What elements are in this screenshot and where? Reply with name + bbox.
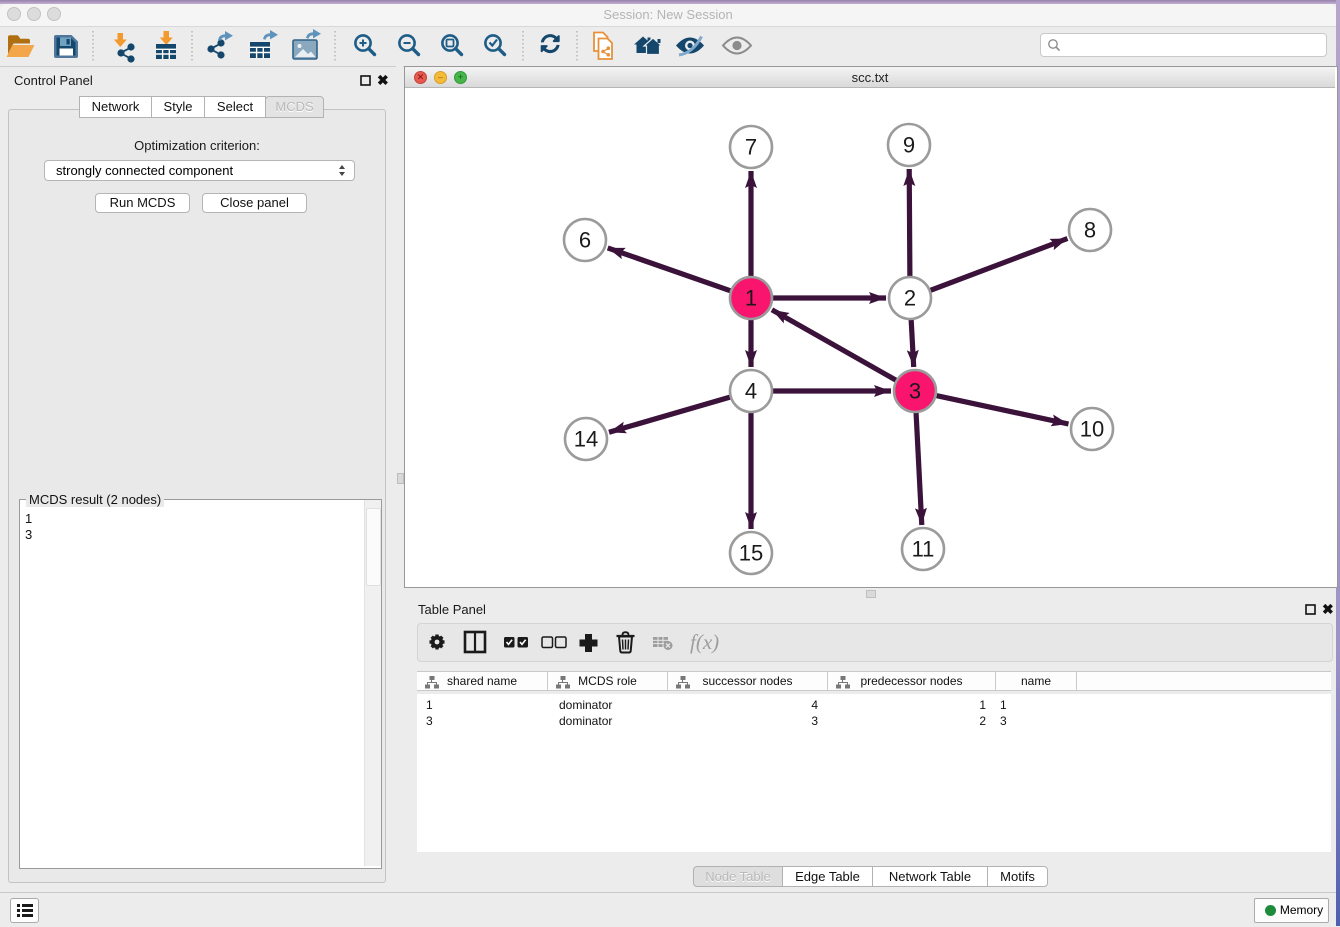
- svg-text:15: 15: [739, 541, 763, 566]
- svg-text:11: 11: [912, 537, 935, 562]
- svg-text:10: 10: [1080, 417, 1104, 442]
- svg-text:14: 14: [574, 427, 598, 452]
- svg-text:9: 9: [903, 133, 915, 158]
- svg-text:2: 2: [904, 286, 916, 311]
- svg-text:f(x): f(x): [690, 630, 719, 654]
- svg-text:3: 3: [909, 379, 921, 404]
- svg-text:6: 6: [579, 228, 591, 253]
- svg-text:1: 1: [745, 286, 757, 311]
- svg-text:8: 8: [1084, 218, 1096, 243]
- svg-text:4: 4: [745, 379, 757, 404]
- svg-text:7: 7: [745, 135, 757, 160]
